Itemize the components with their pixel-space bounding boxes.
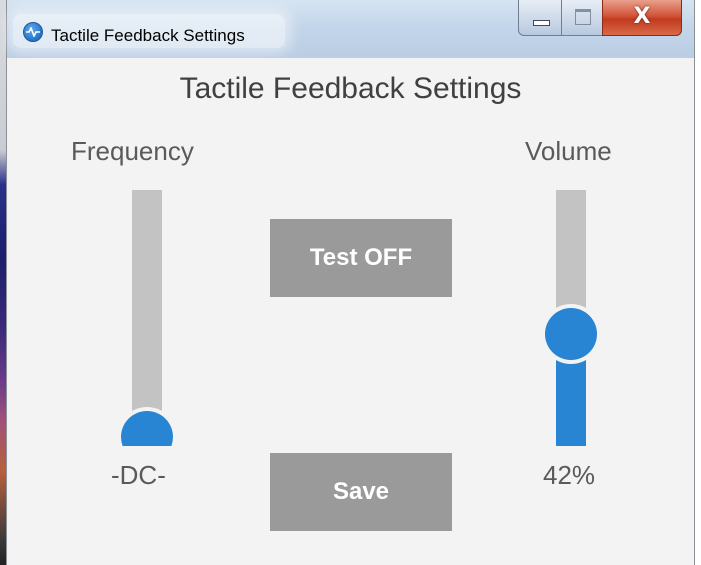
frequency-label: Frequency bbox=[71, 136, 194, 166]
close-button[interactable]: X bbox=[602, 0, 682, 36]
title-bar[interactable]: Tactile Feedback Settings X bbox=[7, 0, 694, 58]
window-title: Tactile Feedback Settings bbox=[51, 26, 245, 45]
volume-label: Volume bbox=[525, 136, 612, 166]
maximize-button[interactable] bbox=[561, 0, 603, 36]
pulse-globe-icon bbox=[23, 22, 43, 42]
frequency-slider[interactable] bbox=[112, 396, 182, 446]
settings-window: Tactile Feedback Settings X Tactile Feed… bbox=[6, 0, 695, 565]
minimize-icon bbox=[533, 20, 550, 26]
frequency-slider-handle[interactable] bbox=[121, 411, 173, 446]
caption-buttons: X bbox=[518, 0, 688, 40]
volume-value: 42% bbox=[543, 460, 596, 490]
page-title: Tactile Feedback Settings bbox=[179, 72, 522, 105]
volume-slider-handle[interactable] bbox=[545, 308, 597, 360]
save-button[interactable]: Save bbox=[270, 453, 452, 531]
minimize-button[interactable] bbox=[518, 0, 562, 36]
frequency-value: -DC- bbox=[111, 460, 166, 490]
desktop: Tactile Feedback Settings X Tactile Feed… bbox=[0, 0, 701, 565]
maximize-icon bbox=[575, 9, 591, 25]
close-icon: X bbox=[633, 4, 651, 29]
window-content: Tactile Feedback Settings Frequency Volu… bbox=[7, 58, 694, 565]
test-toggle-button[interactable]: Test OFF bbox=[270, 219, 452, 297]
